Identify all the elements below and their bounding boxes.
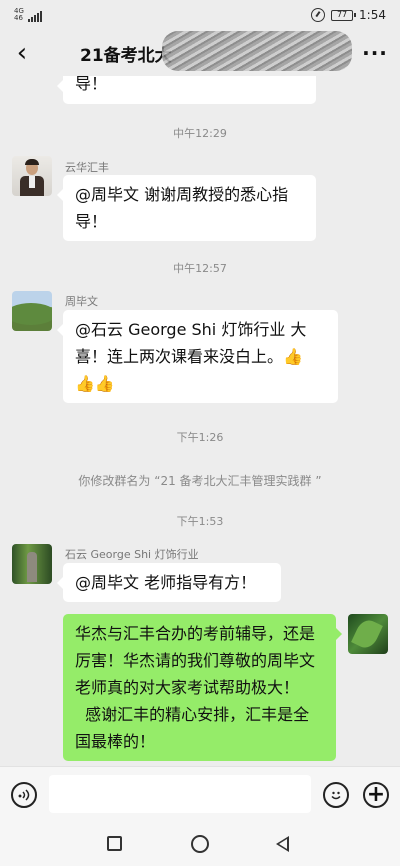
nav-back-icon[interactable] (276, 836, 289, 852)
sender-name: 周毕文 (65, 295, 98, 308)
chat-title: 21备考北大 (44, 30, 352, 71)
message-input[interactable] (49, 775, 311, 813)
timestamp: 中午12:29 (173, 127, 227, 140)
network-type: 4G 46 (14, 7, 24, 22)
timestamp: 下午1:26 (176, 431, 224, 444)
chat-header: ‹ 21备考北大 ··· (0, 30, 400, 76)
timestamp: 下午1:53 (176, 515, 224, 528)
status-bar: 4G 46 77 1:54 (0, 0, 400, 30)
message-bubble[interactable]: @周毕文 老师指导有方！ (57, 563, 281, 602)
more-options-icon[interactable]: ··· (350, 41, 400, 65)
clock: 1:54 (359, 8, 386, 22)
chat-history[interactable]: 导！ 中午12:29 云华汇丰 @周毕文 谢谢周教授的悉心指 导！ 中午12:5… (0, 76, 400, 766)
recents-icon[interactable] (107, 836, 122, 851)
system-nav-bar (0, 822, 400, 866)
message-bubble[interactable]: @石云 George Shi 灯饰行业 大 喜！连上两次课看来没白上。👍 👍👍 (57, 310, 338, 403)
timestamp: 中午12:57 (173, 262, 227, 275)
sender-name: 云华汇丰 (65, 161, 109, 174)
plus-icon[interactable]: + (363, 782, 389, 808)
home-icon[interactable] (191, 835, 209, 853)
message-bubble[interactable]: @周毕文 谢谢周教授的悉心指 导！ (57, 175, 316, 241)
back-icon[interactable]: ‹ (0, 38, 44, 68)
emoji-icon[interactable] (323, 782, 349, 808)
message-bubble[interactable]: 华杰与汇丰合办的考前辅导，还是 厉害！华杰请的我们尊敬的周毕文 老师真的对大家考… (63, 614, 342, 761)
redaction-scribble (162, 30, 352, 71)
avatar[interactable] (12, 291, 52, 331)
signal-indicator: 4G 46 (14, 8, 42, 22)
avatar[interactable] (12, 544, 52, 584)
avatar[interactable] (348, 614, 388, 654)
avatar[interactable] (12, 156, 52, 196)
battery-icon: 77 (331, 9, 357, 21)
system-notice: 你修改群名为 “21 备考北大汇丰管理实践群 ” (78, 474, 322, 488)
input-bar: + (0, 766, 400, 822)
signal-bars-icon (27, 11, 42, 22)
message-bubble[interactable]: 导！ (57, 76, 316, 104)
voice-icon[interactable] (11, 782, 37, 808)
data-saver-icon (311, 8, 326, 22)
sender-name: 石云 George Shi 灯饰行业 (65, 548, 199, 561)
